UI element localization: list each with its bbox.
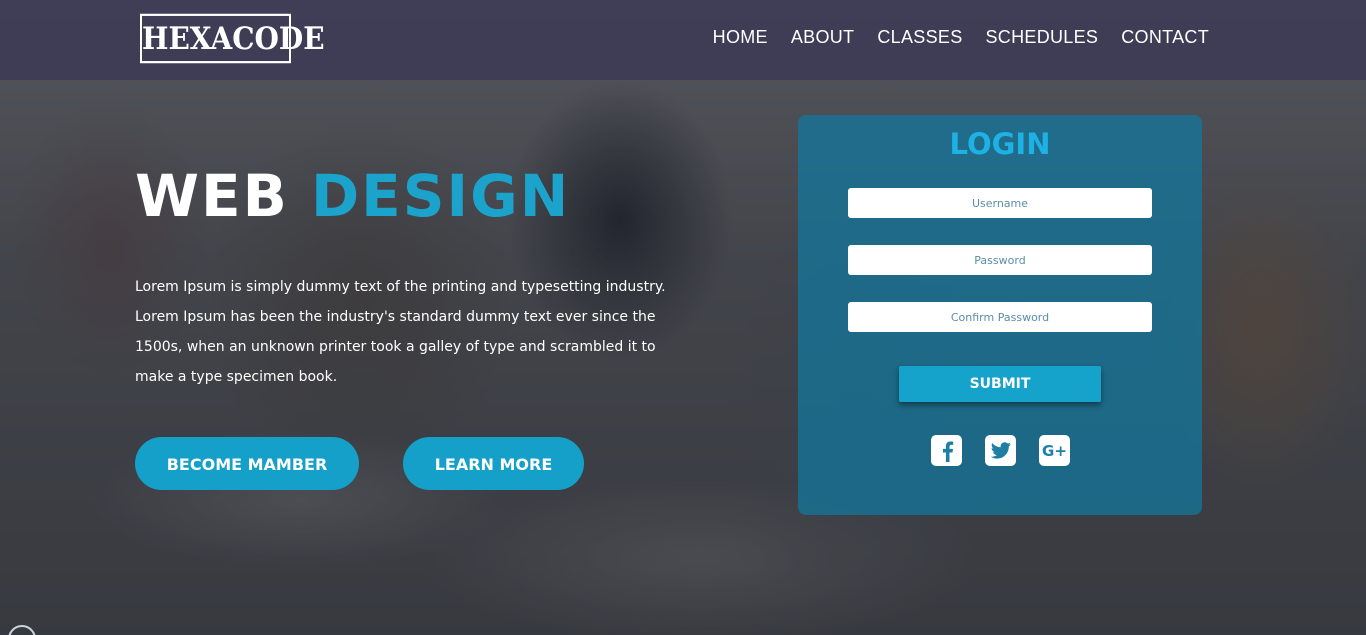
hero-description: Lorem Ipsum is simply dummy text of the … [135,279,666,385]
nav-about[interactable]: ABOUT [791,27,855,48]
become-member-button[interactable]: BECOME MAMBER [135,437,359,490]
nav-contact[interactable]: CONTACT [1121,27,1209,48]
nav-schedules[interactable]: SCHEDULES [986,27,1099,48]
confirm-password-field[interactable] [848,302,1152,332]
password-field[interactable] [848,245,1152,275]
hero-title-accent: DESIGN [311,162,571,230]
submit-button[interactable]: SUBMIT [899,366,1101,402]
social-links: G+ [931,435,1070,466]
google-plus-label: G+ [1042,441,1067,460]
hero-title-main: WEB [135,162,289,230]
main-nav: HOME ABOUT CLASSES SCHEDULES CONTACT [713,27,1209,48]
learn-more-button[interactable]: LEARN MORE [403,437,584,490]
logo[interactable]: HEXACODE [140,13,325,64]
twitter-icon[interactable] [985,435,1016,466]
login-title: LOGIN [949,127,1051,161]
hero-title: WEB DESIGN [135,162,570,230]
facebook-icon[interactable] [931,435,962,466]
google-plus-icon[interactable]: G+ [1039,435,1070,466]
nav-classes[interactable]: CLASSES [877,27,962,48]
login-panel: LOGIN SUBMIT G+ [798,115,1202,515]
username-field[interactable] [848,188,1152,218]
nav-home[interactable]: HOME [713,27,768,48]
landing-page: HEXACODE HOME ABOUT CLASSES SCHEDULES CO… [0,0,1366,635]
navbar: HEXACODE HOME ABOUT CLASSES SCHEDULES CO… [0,0,1366,80]
